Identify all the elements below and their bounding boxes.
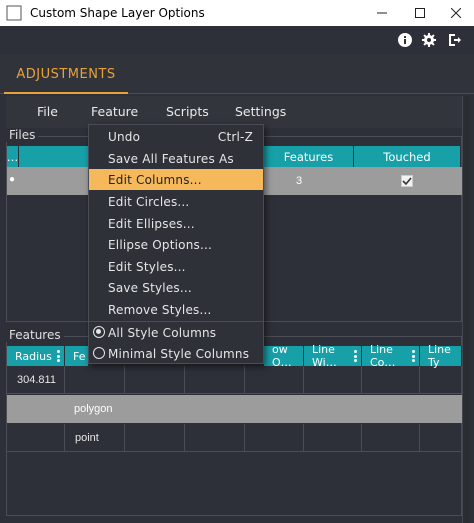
- files-col-touched[interactable]: Touched: [354, 146, 461, 167]
- menu-item-save-all-features-as[interactable]: Save All Features As: [89, 148, 263, 169]
- row-touched-checkbox[interactable]: [401, 175, 413, 187]
- col-label: Fe: [73, 349, 86, 363]
- table-row[interactable]: polygon: [7, 395, 462, 423]
- close-button[interactable]: [436, 0, 474, 26]
- tab-bar: ADJUSTMENTS: [0, 54, 474, 94]
- cell-empty[interactable]: [125, 424, 185, 452]
- features-col-feature[interactable]: Fe: [65, 346, 89, 366]
- cell-empty[interactable]: [245, 366, 304, 394]
- menu-file[interactable]: File: [37, 104, 58, 119]
- menu-item-save-styles[interactable]: Save Styles...: [89, 277, 263, 298]
- cell-empty[interactable]: [245, 424, 304, 452]
- menu-item-edit-styles[interactable]: Edit Styles...: [89, 256, 263, 277]
- cell-empty[interactable]: [420, 424, 462, 452]
- files-col-features[interactable]: Features: [264, 146, 354, 167]
- menu-item-shortcut: Ctrl-Z: [217, 130, 253, 144]
- row-indicator: ●: [9, 174, 16, 185]
- col-label: Radius: [15, 349, 52, 363]
- info-icon: [398, 33, 412, 47]
- features-panel-label: Features: [6, 328, 64, 342]
- menu-item-label: Edit Circles...: [108, 195, 190, 209]
- features-col-line-color[interactable]: Line Co…: [362, 343, 420, 369]
- close-icon: [451, 8, 461, 18]
- menu-item-label: Edit Columns...: [108, 173, 202, 187]
- files-col-handle[interactable]: …: [7, 146, 19, 167]
- features-col-shadow-opacity[interactable]: ow O…: [264, 343, 304, 369]
- feature-dropdown-menu: Undo Ctrl-Z Save All Features As Edit Co…: [88, 124, 264, 364]
- cell-empty[interactable]: [125, 366, 185, 394]
- minimize-icon: [377, 12, 387, 14]
- features-col-line-width[interactable]: Line Wi…: [304, 343, 362, 369]
- settings-button[interactable]: [421, 32, 437, 48]
- menu-scripts[interactable]: Scripts: [166, 104, 209, 119]
- menu-item-label: Edit Styles...: [108, 260, 186, 274]
- tab-adjustments[interactable]: ADJUSTMENTS: [4, 62, 128, 94]
- menu-item-label: Save Styles...: [108, 281, 192, 295]
- radio-selected-icon[interactable]: [93, 326, 105, 338]
- exit-button[interactable]: [447, 32, 463, 48]
- cell-empty[interactable]: [185, 366, 245, 394]
- info-button[interactable]: [397, 32, 413, 48]
- cell-empty[interactable]: [304, 366, 362, 394]
- exit-icon: [449, 34, 461, 46]
- menu-item-edit-circles[interactable]: Edit Circles...: [89, 191, 263, 212]
- menu-item-edit-columns[interactable]: Edit Columns...: [89, 169, 263, 190]
- menu-feature[interactable]: Feature: [91, 104, 138, 119]
- cell-feature[interactable]: point: [65, 424, 125, 452]
- gear-icon: [422, 33, 436, 47]
- cell-radius[interactable]: 304.811: [7, 366, 65, 394]
- menu-item-label: Ellipse Options...: [108, 238, 212, 252]
- features-col-radius[interactable]: Radius: [7, 346, 65, 366]
- menu-item-label: Remove Styles...: [108, 303, 212, 317]
- cell-feature[interactable]: [65, 366, 125, 394]
- maximize-button[interactable]: [400, 0, 440, 26]
- menu-item-ellipse-options[interactable]: Ellipse Options...: [89, 234, 263, 255]
- menu-item-all-style-columns[interactable]: All Style Columns: [89, 322, 263, 343]
- menu-item-undo[interactable]: Undo Ctrl-Z: [89, 126, 263, 147]
- minimize-button[interactable]: [362, 0, 402, 26]
- window-title: Custom Shape Layer Options: [30, 6, 205, 20]
- cell-feature[interactable]: polygon: [74, 403, 113, 415]
- cell-radius[interactable]: [7, 424, 65, 452]
- cell-empty[interactable]: [362, 424, 420, 452]
- menu-item-label: Save All Features As: [108, 152, 234, 166]
- menu-item-minimal-style-columns[interactable]: Minimal Style Columns: [89, 343, 263, 364]
- cell-empty[interactable]: [362, 366, 420, 394]
- maximize-icon: [415, 8, 425, 18]
- cell-empty[interactable]: [304, 424, 362, 452]
- menu-item-label: Undo: [108, 130, 141, 144]
- menu-item-label: Edit Ellipses...: [108, 217, 195, 231]
- column-menu-icon[interactable]: [412, 350, 415, 362]
- cell-empty[interactable]: [185, 424, 245, 452]
- menu-settings[interactable]: Settings: [235, 104, 286, 119]
- title-bar: Custom Shape Layer Options: [0, 0, 474, 26]
- menu-item-label: Minimal Style Columns: [108, 347, 250, 361]
- column-menu-icon[interactable]: [57, 350, 60, 362]
- column-menu-icon[interactable]: [354, 350, 357, 362]
- cell-empty[interactable]: [420, 366, 462, 394]
- row-features-count: 3: [296, 175, 303, 187]
- features-col-line-type[interactable]: Line Ty: [420, 343, 462, 369]
- app-icon: [6, 5, 22, 21]
- menu-item-edit-ellipses[interactable]: Edit Ellipses...: [89, 213, 263, 234]
- menu-item-label: All Style Columns: [108, 326, 217, 340]
- header-bar: [0, 26, 474, 54]
- files-col-name[interactable]: [19, 146, 89, 167]
- radio-unselected-icon[interactable]: [93, 347, 105, 359]
- menu-item-remove-styles[interactable]: Remove Styles...: [89, 299, 263, 320]
- vertical-scrollbar[interactable]: [462, 96, 470, 523]
- checkbox-checked-icon: [402, 177, 412, 186]
- files-panel-label: Files: [6, 128, 39, 142]
